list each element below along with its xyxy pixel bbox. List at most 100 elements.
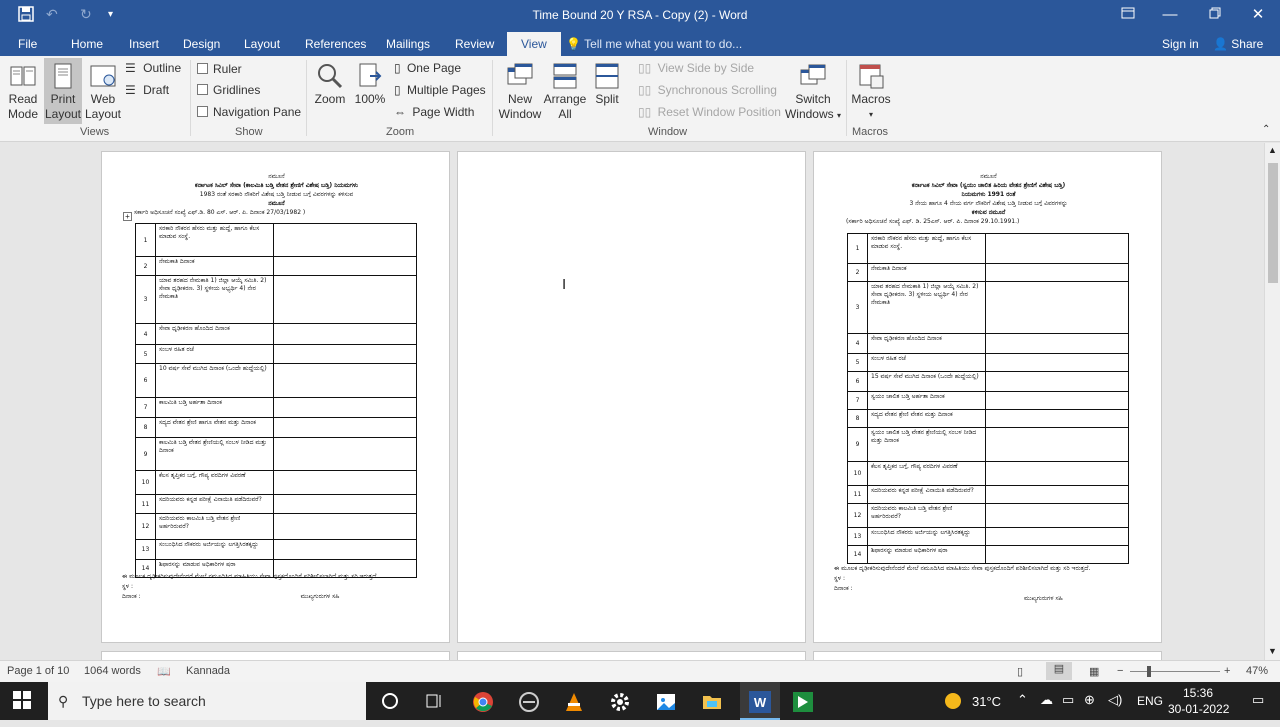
show-hidden-icons-icon[interactable]: ⌃ [1017,692,1028,708]
field-value[interactable] [985,409,1129,428]
field-value[interactable] [273,470,417,495]
input-language[interactable]: ENG [1137,694,1163,708]
scrollbar-thumb[interactable] [1268,163,1278,283]
language-indicator[interactable]: Kannada [186,665,230,677]
file-explorer-icon[interactable] [701,691,723,713]
tab-file[interactable]: File [10,32,45,56]
scroll-down-icon[interactable]: ▼ [1268,646,1277,656]
field-value[interactable] [985,427,1129,462]
field-value[interactable] [985,281,1129,334]
switch-windows-button[interactable]: Switch Windows ▾ [784,58,842,124]
read-mode-view-icon[interactable]: ▯ [1017,665,1023,678]
field-value[interactable] [273,417,417,438]
field-value[interactable] [273,513,417,540]
field-value[interactable] [985,485,1129,504]
vertical-scrollbar[interactable]: ▲ ▼ [1264,143,1280,660]
tab-home[interactable]: Home [63,32,111,56]
field-value[interactable] [273,344,417,364]
zoom-slider-thumb[interactable] [1146,666,1151,677]
signin-link[interactable]: Sign in [1154,32,1207,56]
chrome-icon[interactable] [472,691,494,713]
field-value[interactable] [273,223,417,257]
field-value[interactable] [985,371,1129,392]
tab-references[interactable]: References [297,32,374,56]
page-width-button[interactable]: ⇔ Page Width [394,103,474,121]
field-value[interactable] [273,275,417,324]
new-window-button[interactable]: New Window [497,58,543,124]
collapse-ribbon-icon[interactable]: ⌃ [1262,124,1270,135]
tab-insert[interactable]: Insert [121,32,167,56]
field-value[interactable] [273,363,417,398]
task-view-icon[interactable] [424,691,446,713]
network-icon[interactable]: ▭ [1062,692,1074,708]
share-button[interactable]: 👤 Share [1205,32,1271,56]
tab-design[interactable]: Design [175,32,228,56]
scroll-up-icon[interactable]: ▲ [1268,145,1277,155]
ribbon-display-options-icon[interactable] [1108,4,1148,26]
field-value[interactable] [985,353,1129,372]
field-value[interactable] [985,263,1129,282]
outline-button[interactable]: ☰ Outline [125,59,181,77]
document-page[interactable]: ನಮೂನೆ ಕರ್ನಾಟಕ ಸಿವಿಲ್ ಸೇವಾ (ಕಾಲಮಿತಿ ಬಡ್ತಿ… [101,151,450,643]
onedrive-icon[interactable]: ☁ [1040,692,1053,708]
weather-temperature[interactable]: 31°C [972,694,1001,709]
field-value[interactable] [273,256,417,276]
multiple-pages-button[interactable]: ▯ Multiple Pages [394,81,486,99]
app-green-icon[interactable] [792,691,814,713]
field-value[interactable] [273,437,417,471]
document-page[interactable] [813,651,1162,660]
vlc-icon[interactable] [563,691,585,713]
field-value[interactable] [985,391,1129,410]
maximize-icon[interactable] [1195,4,1235,26]
zoom-percent[interactable]: 47% [1246,665,1268,677]
close-icon[interactable]: ✕ [1238,4,1278,26]
tab-mailings[interactable]: Mailings [378,32,438,56]
zoom-in-icon[interactable]: + [1224,665,1230,677]
table-move-handle-icon[interactable]: + [123,212,132,221]
ruler-checkbox[interactable]: Ruler [197,60,242,78]
web-layout-button[interactable]: Web Layout [84,58,122,124]
gridlines-checkbox[interactable]: Gridlines [197,81,260,99]
document-page[interactable]: ನಮೂನೆ ಕರ್ನಾಟಕ ಸಿವಿಲ್ ಸೇವಾ (ಸ್ವಯಂ ಚಾಲಿತ ಹ… [813,151,1162,643]
field-value[interactable] [985,503,1129,528]
tell-me-box[interactable]: 💡 Tell me what you want to do... [566,32,742,56]
tab-layout[interactable]: Layout [236,32,288,56]
tab-view[interactable]: View [507,32,561,56]
globe-icon[interactable]: ⊕ [1084,692,1095,708]
zoom-button[interactable]: Zoom [312,58,348,124]
word-count[interactable]: 1064 words [84,665,141,677]
reset-window-position-button[interactable]: ▯▯ Reset Window Position [638,103,781,121]
clock-date[interactable]: 30-01-2022 [1168,702,1229,716]
speaker-icon[interactable]: ◁) [1108,692,1122,708]
cortana-icon[interactable] [380,691,402,713]
minimize-icon[interactable]: — [1150,4,1190,26]
macros-button[interactable]: Macros ▾ [850,58,892,124]
proofing-icon[interactable]: 📖 [157,665,171,678]
print-layout-view-icon[interactable]: ▤ [1046,662,1072,680]
field-value[interactable] [273,539,417,560]
field-value[interactable] [273,494,417,514]
photos-icon[interactable] [655,691,677,713]
app-icon[interactable] [518,691,540,713]
field-value[interactable] [985,545,1129,564]
taskbar-search-box[interactable]: ⚲ Type here to search [48,682,366,720]
view-side-by-side-button[interactable]: ▯▯ View Side by Side [638,59,754,77]
tab-review[interactable]: Review [447,32,502,56]
field-value[interactable] [985,233,1129,264]
split-button[interactable]: Split [589,58,625,124]
read-mode-button[interactable]: Read Mode [4,58,42,124]
print-layout-button[interactable]: Print Layout [44,58,82,124]
draft-button[interactable]: ☰ Draft [125,81,169,99]
notifications-icon[interactable]: ▭ [1252,692,1264,708]
field-value[interactable] [985,333,1129,354]
page-count[interactable]: Page 1 of 10 [7,665,69,677]
document-page[interactable] [101,651,450,660]
zoom-out-icon[interactable]: − [1117,665,1123,677]
arrange-all-button[interactable]: Arrange All [543,58,587,124]
one-page-button[interactable]: ▯ One Page [394,59,461,77]
clock-time[interactable]: 15:36 [1183,686,1213,700]
zoom-slider[interactable] [1130,666,1220,677]
synchronous-scrolling-button[interactable]: ▯▯ Synchronous Scrolling [638,81,777,99]
word-taskbar-icon[interactable]: W [740,682,780,720]
windows-start-icon[interactable] [13,691,35,713]
